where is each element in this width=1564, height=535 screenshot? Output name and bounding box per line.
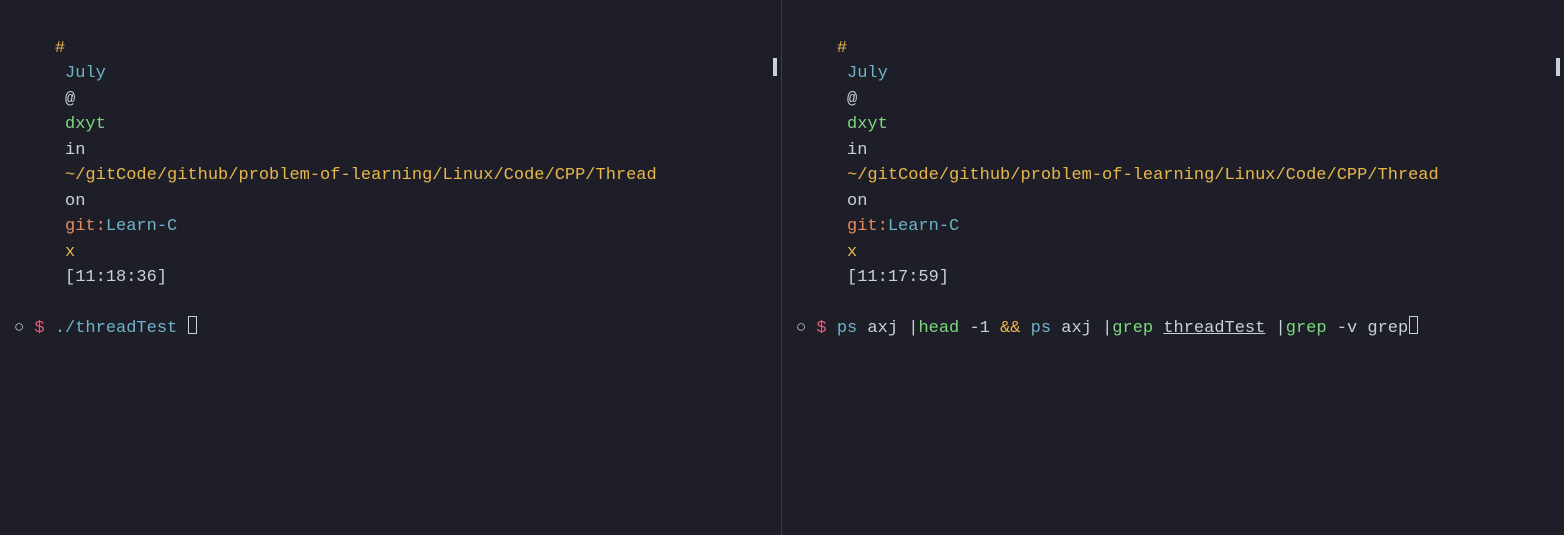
cmd-pipe: | [1276, 316, 1286, 342]
cmd-head: head [918, 316, 959, 342]
cmd-pipe: | [908, 316, 918, 342]
cursor-icon [188, 316, 197, 334]
prompt-user: July [65, 64, 106, 83]
prompt-host: dxyt [847, 115, 888, 134]
prompt-user: July [847, 64, 888, 83]
prompt-hash: # [55, 39, 65, 58]
prompt-at: @ [65, 90, 75, 109]
prompt-branch: Learn-C [106, 217, 177, 236]
prompt-circle-icon: ○ [796, 316, 806, 342]
cmd-arg: axj [867, 316, 898, 342]
prompt-x: x [65, 243, 75, 262]
cmd-arg: axj [1061, 316, 1092, 342]
prompt-path: ~/gitCode/github/problem-of-learning/Lin… [65, 166, 657, 185]
prompt-dollar: $ [816, 316, 826, 342]
cmd-ps: ps [837, 316, 857, 342]
cmd-flag: -v [1337, 316, 1357, 342]
cmd-grep: grep [1112, 316, 1153, 342]
prompt-git: git: [847, 217, 888, 236]
cmd-grep: grep [1286, 316, 1327, 342]
scrollbar-thumb[interactable] [1556, 58, 1560, 76]
prompt-dollar: $ [34, 316, 44, 342]
prompt-at: @ [847, 90, 857, 109]
prompt-line-right: # July @ dxyt in ~/gitCode/github/proble… [796, 10, 1550, 316]
prompt-git: git: [65, 217, 106, 236]
terminal-pane-left[interactable]: # July @ dxyt in ~/gitCode/github/proble… [0, 0, 782, 535]
cursor-icon [1409, 316, 1418, 334]
prompt-path: ~/gitCode/github/problem-of-learning/Lin… [847, 166, 1439, 185]
prompt-branch: Learn-C [888, 217, 959, 236]
prompt-x: x [847, 243, 857, 262]
command-line-right[interactable]: ○ $ ps axj |head -1 && ps axj |grep thre… [796, 316, 1550, 342]
cmd-flag: -1 [969, 316, 989, 342]
cmd-pipe: | [1102, 316, 1112, 342]
prompt-host: dxyt [65, 115, 106, 134]
prompt-line-left: # July @ dxyt in ~/gitCode/github/proble… [14, 10, 767, 316]
scrollbar-thumb[interactable] [773, 58, 777, 76]
terminal-pane-right[interactable]: # July @ dxyt in ~/gitCode/github/proble… [782, 0, 1564, 535]
cmd-and: && [1000, 316, 1020, 342]
prompt-in: in [847, 141, 867, 160]
prompt-circle-icon: ○ [14, 316, 24, 342]
cmd-grep-arg: grep [1367, 316, 1408, 342]
prompt-hash: # [837, 39, 847, 58]
prompt-on: on [847, 192, 867, 211]
cmd-ps: ps [1031, 316, 1051, 342]
prompt-on: on [65, 192, 85, 211]
prompt-in: in [65, 141, 85, 160]
cmd-grep-arg: threadTest [1163, 316, 1265, 342]
prompt-time: [11:18:36] [65, 268, 167, 287]
command-line-left[interactable]: ○ $ ./threadTest [14, 316, 767, 342]
prompt-time: [11:17:59] [847, 268, 949, 287]
command-text: ./threadTest [55, 316, 177, 342]
